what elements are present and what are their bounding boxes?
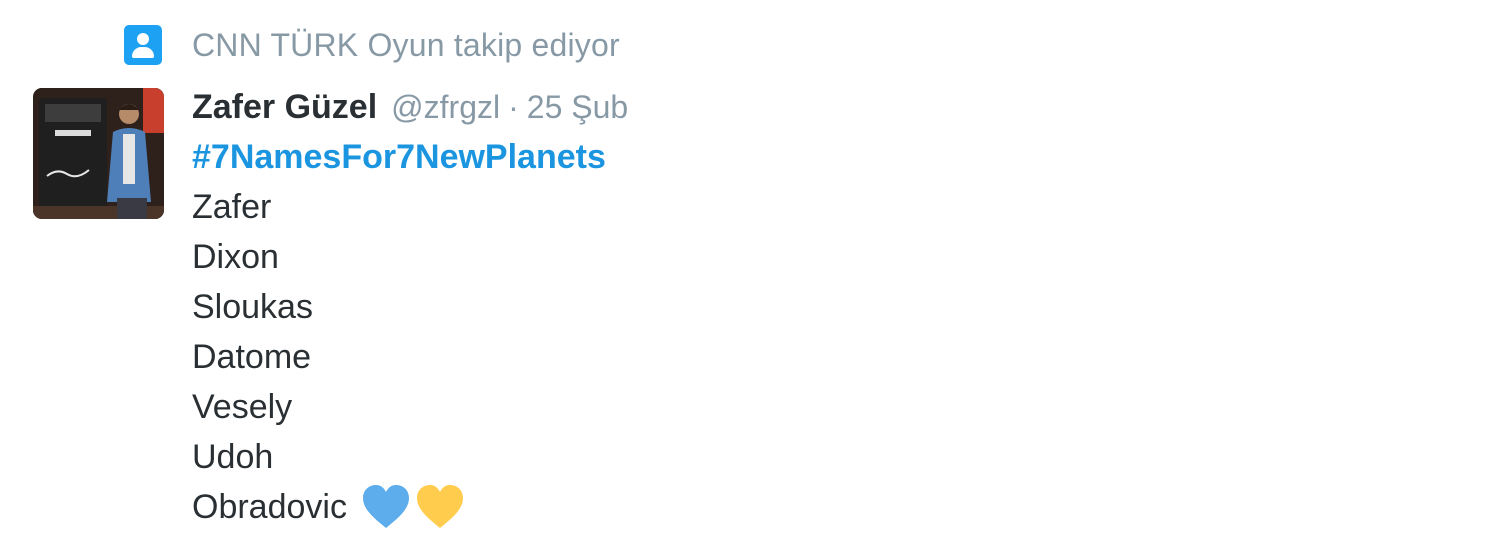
user-fullname[interactable]: Zafer Güzel [192,82,377,132]
follow-user-icon [124,25,162,65]
tweet-text-line-last: Obradovic [192,482,628,532]
blue-heart-icon [362,485,409,528]
tweet-timestamp[interactable]: 25 Şub [527,82,628,132]
avatar[interactable] [33,88,164,219]
yellow-heart-icon [416,485,463,528]
avatar-image [33,88,164,219]
social-context-text[interactable]: CNN TÜRK Oyun takip ediyor [192,27,620,64]
tweet-text-line: Vesely [192,388,293,426]
tweet[interactable]: Zafer Güzel @zfrgzl · 25 Şub #7NamesFor7… [192,82,628,532]
user-handle[interactable]: @zfrgzl [391,82,500,132]
tweet-text-line: Udoh [192,438,274,476]
tweet-header: Zafer Güzel @zfrgzl · 25 Şub [192,82,628,132]
separator-dot: · [508,89,519,125]
social-context[interactable]: CNN TÜRK Oyun takip ediyor [124,22,620,68]
tweet-text-line: Obradovic [192,488,347,526]
tweet-text-line: Sloukas [192,288,313,326]
hashtag-link[interactable]: #7NamesFor7NewPlanets [192,132,628,182]
tweet-text-line: Zafer [192,188,272,226]
tweet-text-line: Datome [192,338,312,376]
tweet-text-line: Dixon [192,238,279,276]
